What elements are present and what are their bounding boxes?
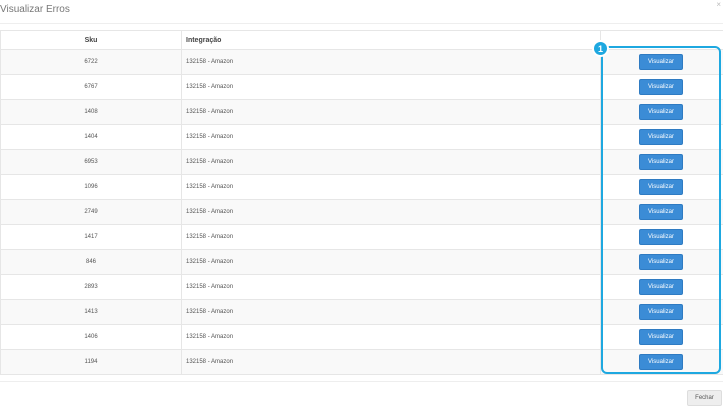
view-button[interactable]: Visualizar — [639, 304, 683, 320]
cell-action: Visualizar — [600, 149, 723, 175]
table-row: 1096 132158 - Amazon Visualizar — [0, 174, 723, 200]
cell-action: Visualizar — [600, 249, 723, 275]
cell-sku: 2749 — [0, 199, 182, 225]
modal-title: Visualizar Erros — [0, 4, 70, 15]
cell-action: Visualizar — [600, 299, 723, 325]
cell-action: Visualizar — [600, 174, 723, 200]
cell-action: Visualizar — [600, 274, 723, 300]
cell-action: Visualizar — [600, 49, 723, 75]
cell-sku: 1194 — [0, 349, 182, 375]
cell-integracao: 132158 - Amazon — [181, 149, 601, 175]
cell-sku: 1413 — [0, 299, 182, 325]
cell-sku: 6722 — [0, 49, 182, 75]
cell-action: Visualizar — [600, 99, 723, 125]
table-row: 1406 132158 - Amazon Visualizar — [0, 324, 723, 350]
view-button[interactable]: Visualizar — [639, 54, 683, 70]
table-row: 6722 132158 - Amazon Visualizar — [0, 49, 723, 75]
table-body: 6722 132158 - Amazon Visualizar 6767 132158 … — [0, 49, 723, 375]
table-row: 1408 132158 - Amazon Visualizar — [0, 99, 723, 125]
table-row: 1404 132158 - Amazon Visualizar — [0, 124, 723, 150]
view-button[interactable]: Visualizar — [639, 104, 683, 120]
view-button[interactable]: Visualizar — [639, 154, 683, 170]
cell-action: Visualizar — [600, 124, 723, 150]
cell-integracao: 132158 - Amazon — [181, 274, 601, 300]
cell-sku: 6953 — [0, 149, 182, 175]
table-header-row: Sku Integração — [0, 30, 723, 50]
view-button[interactable]: Visualizar — [639, 279, 683, 295]
column-header-integracao: Integração — [181, 30, 601, 50]
header-divider — [0, 23, 723, 24]
cell-integracao: 132158 - Amazon — [181, 99, 601, 125]
table-row: 846 132158 - Amazon Visualizar — [0, 249, 723, 275]
cell-sku: 1406 — [0, 324, 182, 350]
view-button[interactable]: Visualizar — [639, 204, 683, 220]
cell-integracao: 132158 - Amazon — [181, 224, 601, 250]
view-button[interactable]: Visualizar — [639, 354, 683, 370]
view-button[interactable]: Visualizar — [639, 79, 683, 95]
table-row: 1417 132158 - Amazon Visualizar — [0, 224, 723, 250]
cell-integracao: 132158 - Amazon — [181, 74, 601, 100]
view-button[interactable]: Visualizar — [639, 129, 683, 145]
cell-action: Visualizar — [600, 199, 723, 225]
table-row: 6767 132158 - Amazon Visualizar — [0, 74, 723, 100]
view-button[interactable]: Visualizar — [639, 254, 683, 270]
table-row: 2749 132158 - Amazon Visualizar — [0, 199, 723, 225]
cell-sku: 846 — [0, 249, 182, 275]
highlight-badge: 1 — [592, 40, 609, 57]
column-header-action — [600, 30, 723, 50]
cell-sku: 2893 — [0, 274, 182, 300]
cell-sku: 6767 — [0, 74, 182, 100]
modal-header: Visualizar Erros × — [0, 0, 723, 24]
cell-integracao: 132158 - Amazon — [181, 299, 601, 325]
close-icon[interactable]: × — [716, 1, 721, 9]
cell-integracao: 132158 - Amazon — [181, 349, 601, 375]
view-button[interactable]: Visualizar — [639, 229, 683, 245]
cell-integracao: 132158 - Amazon — [181, 49, 601, 75]
table-row: 2893 132158 - Amazon Visualizar — [0, 274, 723, 300]
cell-action: Visualizar — [600, 349, 723, 375]
table-row: 6953 132158 - Amazon Visualizar — [0, 149, 723, 175]
cell-integracao: 132158 - Amazon — [181, 124, 601, 150]
cell-integracao: 132158 - Amazon — [181, 199, 601, 225]
errors-table-container: Sku Integração 6722 132158 - Amazon Visual… — [0, 30, 723, 375]
view-button[interactable]: Visualizar — [639, 179, 683, 195]
cell-sku: 1404 — [0, 124, 182, 150]
close-button[interactable]: Fechar — [687, 390, 722, 406]
errors-table: Sku Integração 6722 132158 - Amazon Visual… — [0, 30, 723, 375]
view-button[interactable]: Visualizar — [639, 329, 683, 345]
cell-action: Visualizar — [600, 74, 723, 100]
cell-sku: 1408 — [0, 99, 182, 125]
cell-action: Visualizar — [600, 324, 723, 350]
table-row: 1194 132158 - Amazon Visualizar — [0, 349, 723, 375]
cell-integracao: 132158 - Amazon — [181, 324, 601, 350]
cell-sku: 1417 — [0, 224, 182, 250]
cell-integracao: 132158 - Amazon — [181, 174, 601, 200]
cell-integracao: 132158 - Amazon — [181, 249, 601, 275]
cell-action: Visualizar — [600, 224, 723, 250]
footer-divider — [0, 381, 723, 382]
cell-sku: 1096 — [0, 174, 182, 200]
column-header-sku: Sku — [0, 30, 182, 50]
table-row: 1413 132158 - Amazon Visualizar — [0, 299, 723, 325]
